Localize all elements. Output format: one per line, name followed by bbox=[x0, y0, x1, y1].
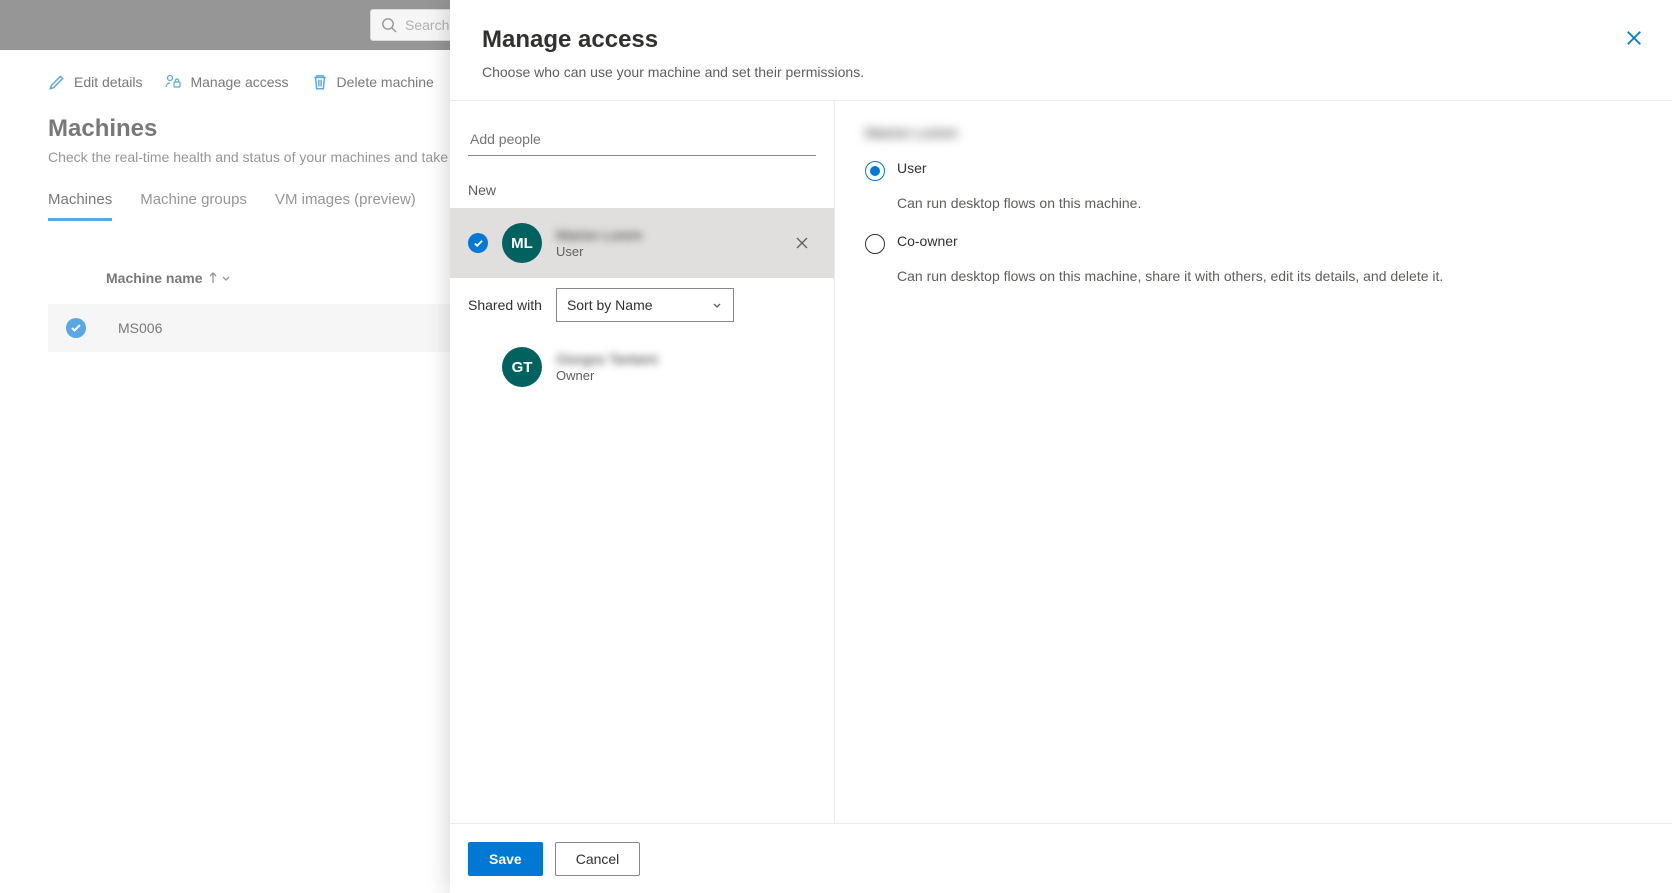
person-text: Marion Lorem User bbox=[556, 227, 774, 259]
shared-person-row[interactable]: GT Giorgos Tantami Owner bbox=[450, 332, 834, 402]
sort-select[interactable]: Sort by Name bbox=[556, 288, 734, 322]
remove-person-button[interactable] bbox=[788, 229, 816, 257]
permission-coowner[interactable]: Co-owner bbox=[865, 233, 1642, 254]
manage-access-panel: Manage access Choose who can use your ma… bbox=[450, 0, 1672, 893]
person-checkbox[interactable] bbox=[468, 233, 488, 253]
add-people-input[interactable] bbox=[468, 125, 816, 156]
radio-button[interactable] bbox=[865, 161, 885, 181]
check-icon bbox=[473, 238, 484, 249]
panel-title: Manage access bbox=[482, 26, 1640, 54]
shared-with-label: Shared with bbox=[468, 297, 542, 313]
sort-indicator[interactable] bbox=[208, 272, 232, 284]
pencil-icon bbox=[48, 73, 66, 91]
tab-machine-groups[interactable]: Machine groups bbox=[140, 191, 247, 221]
avatar: ML bbox=[502, 223, 542, 263]
person-name: Marion Lorem bbox=[556, 227, 774, 243]
selected-person-name: Marion Lorem bbox=[865, 125, 1642, 142]
col-machine-name[interactable]: Machine name bbox=[106, 270, 202, 286]
shared-with-row: Shared with Sort by Name bbox=[450, 278, 834, 332]
search-icon bbox=[381, 17, 397, 33]
panel-body: New ML Marion Lorem User Shared with Sor… bbox=[450, 101, 1672, 823]
permission-title: User bbox=[897, 160, 927, 176]
tab-vm-images[interactable]: VM images (preview) bbox=[275, 191, 416, 221]
tab-machines[interactable]: Machines bbox=[48, 191, 112, 221]
permission-user[interactable]: User bbox=[865, 160, 1642, 181]
panel-right: Marion Lorem User Can run desktop flows … bbox=[835, 101, 1672, 823]
chevron-down-icon bbox=[220, 272, 232, 284]
arrow-up-icon bbox=[208, 272, 218, 284]
cancel-button[interactable]: Cancel bbox=[555, 842, 641, 876]
close-button[interactable] bbox=[1624, 28, 1644, 48]
panel-footer: Save Cancel bbox=[450, 823, 1672, 893]
section-new-label: New bbox=[450, 174, 834, 208]
people-lock-icon bbox=[164, 73, 182, 91]
close-icon bbox=[795, 236, 809, 250]
panel-left: New ML Marion Lorem User Shared with Sor… bbox=[450, 101, 835, 823]
delete-machine-button[interactable]: Delete machine bbox=[311, 73, 434, 91]
check-icon bbox=[70, 322, 82, 334]
radio-button[interactable] bbox=[865, 234, 885, 254]
permission-title: Co-owner bbox=[897, 233, 958, 249]
edit-details-button[interactable]: Edit details bbox=[48, 73, 142, 91]
permission-desc: Can run desktop flows on this machine. bbox=[897, 193, 1642, 213]
save-button[interactable]: Save bbox=[468, 842, 543, 876]
person-name: Giorgos Tantami bbox=[556, 351, 816, 367]
manage-access-button[interactable]: Manage access bbox=[164, 73, 288, 91]
machine-name-cell: MS006 bbox=[118, 320, 162, 336]
person-role: User bbox=[556, 244, 774, 259]
new-person-row[interactable]: ML Marion Lorem User bbox=[450, 208, 834, 278]
panel-subtitle: Choose who can use your machine and set … bbox=[482, 64, 1640, 80]
close-icon bbox=[1624, 28, 1644, 48]
person-role: Owner bbox=[556, 368, 816, 383]
chevron-down-icon bbox=[711, 299, 723, 311]
sort-value: Sort by Name bbox=[567, 297, 653, 313]
search-placeholder: Search bbox=[405, 17, 449, 33]
trash-icon bbox=[311, 73, 329, 91]
panel-header: Manage access Choose who can use your ma… bbox=[450, 0, 1672, 101]
permission-desc: Can run desktop flows on this machine, s… bbox=[897, 266, 1642, 286]
avatar: GT bbox=[502, 347, 542, 387]
person-text: Giorgos Tantami Owner bbox=[556, 351, 816, 383]
row-checkbox[interactable] bbox=[66, 318, 86, 338]
